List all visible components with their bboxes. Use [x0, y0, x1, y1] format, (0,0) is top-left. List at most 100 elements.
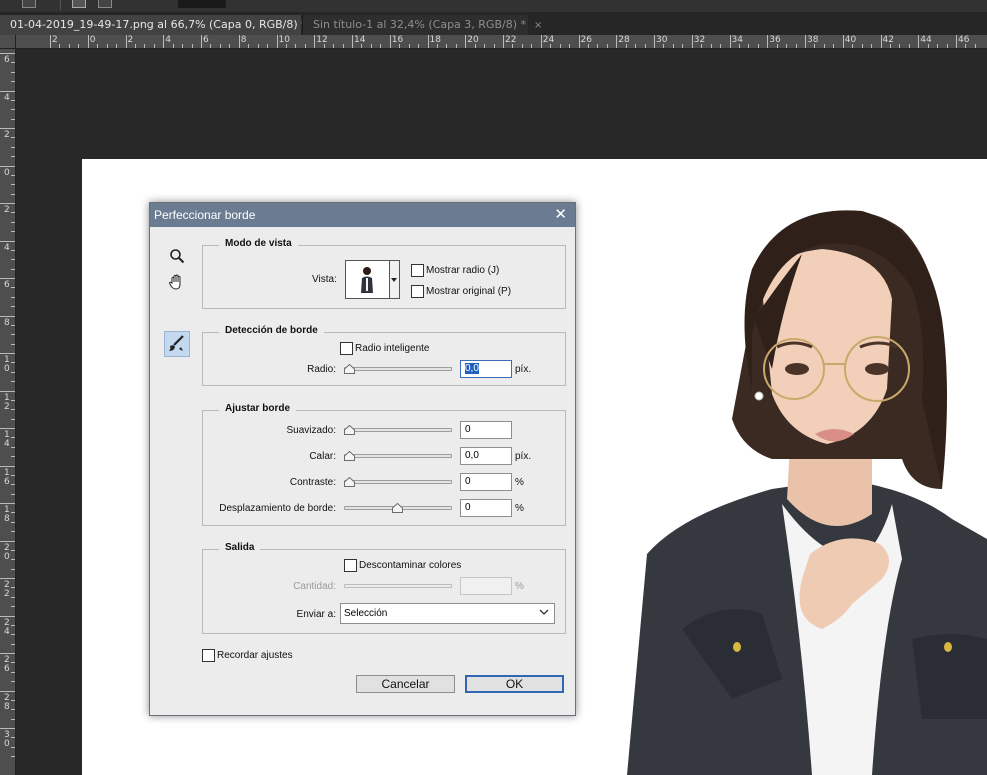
selection-tool-icon[interactable]	[22, 0, 36, 8]
ruler-minor-tick	[11, 371, 15, 373]
ruler-label: 12	[4, 392, 10, 412]
feather-unit: píx.	[515, 451, 532, 462]
dialog-title: Perfeccionar borde	[154, 208, 256, 222]
ruler-minor-tick	[11, 484, 15, 486]
contrast-label: Contraste:	[289, 477, 336, 488]
show-radius-checkbox[interactable]	[411, 264, 424, 277]
shift-edge-input[interactable]: 0	[460, 499, 512, 517]
group-title: Detección de borde	[219, 325, 324, 336]
tab-label: Sin título-1 al 32,4% (Capa 3, RGB/8) *	[313, 18, 526, 31]
ruler-label: 30	[4, 730, 10, 749]
hand-tool-button[interactable]	[164, 269, 190, 295]
ruler-minor-tick	[871, 44, 873, 48]
ruler-tick	[654, 35, 655, 48]
ruler-minor-tick	[521, 44, 523, 48]
ruler-minor-tick	[738, 44, 740, 48]
ruler-minor-tick	[11, 334, 15, 336]
add-selection-icon[interactable]	[98, 0, 112, 8]
ruler-minor-tick	[134, 44, 136, 48]
ruler-minor-tick	[68, 44, 70, 48]
remember-settings-checkbox[interactable]	[202, 649, 215, 662]
ruler-minor-tick	[361, 44, 363, 48]
radius-slider[interactable]	[344, 364, 452, 374]
feather-slider[interactable]	[344, 451, 452, 461]
shift-edge-slider[interactable]	[344, 503, 452, 513]
ruler-tick	[0, 653, 15, 654]
output-to-select[interactable]: Selección	[340, 603, 555, 624]
ruler-minor-tick	[606, 44, 608, 48]
ruler-label: 4	[165, 35, 171, 45]
ruler-minor-tick	[59, 44, 61, 48]
ruler-minor-tick	[342, 44, 344, 48]
ruler-minor-tick	[11, 287, 15, 289]
tab-document-1[interactable]: 01-04-2019_19-49-17.png al 66,7% (Capa 0…	[0, 15, 323, 35]
ruler-minor-tick	[11, 71, 15, 73]
ruler-minor-tick	[11, 343, 15, 345]
ruler-minor-tick	[248, 44, 250, 48]
ruler-tick	[842, 35, 844, 48]
ruler-minor-tick	[11, 493, 15, 495]
smart-radius-checkbox[interactable]	[340, 342, 353, 355]
ruler-minor-tick	[11, 146, 15, 148]
ruler-minor-tick	[11, 156, 15, 158]
ruler-minor-tick	[597, 44, 599, 48]
ruler-label: 18	[429, 35, 441, 45]
ruler-minor-tick	[701, 44, 703, 48]
contrast-slider[interactable]	[344, 477, 452, 487]
group-title: Ajustar borde	[219, 403, 297, 414]
ruler-tick	[163, 35, 165, 48]
ruler-tick	[0, 315, 15, 317]
ruler-minor-tick	[11, 474, 15, 476]
ruler-minor-tick	[11, 109, 15, 111]
feather-input[interactable]: 0,0	[460, 447, 512, 465]
ruler-minor-tick	[153, 44, 155, 48]
ruler-minor-tick	[512, 44, 514, 48]
ruler-minor-tick	[436, 44, 438, 48]
ruler-label: 24	[4, 617, 10, 637]
ruler-label: 42	[882, 35, 894, 45]
amount-input	[460, 577, 512, 595]
ruler-label: 6	[203, 35, 209, 45]
ruler-label: 14	[354, 35, 366, 45]
view-dropdown-button[interactable]	[390, 260, 400, 299]
ruler-minor-tick	[257, 44, 259, 48]
smooth-slider[interactable]	[344, 425, 452, 435]
zoom-tool-button[interactable]	[164, 243, 190, 269]
ruler-minor-tick	[399, 44, 401, 48]
ruler-label: 8	[4, 317, 10, 328]
view-thumbnail[interactable]	[345, 260, 390, 299]
ruler-label: 18	[4, 505, 10, 524]
ruler-minor-tick	[11, 643, 15, 645]
ruler-minor-tick	[11, 634, 15, 636]
ruler-minor-tick	[559, 44, 561, 48]
close-icon[interactable]: ✕	[554, 207, 567, 222]
ruler-tick	[50, 35, 51, 48]
ruler-tick	[0, 578, 15, 579]
contrast-input[interactable]: 0	[460, 473, 512, 491]
tab-close-icon[interactable]: ×	[534, 20, 542, 31]
decontaminate-label: Descontaminar colores	[359, 560, 462, 571]
ruler-minor-tick	[757, 44, 759, 48]
new-selection-icon[interactable]	[72, 0, 86, 8]
ruler-minor-tick	[408, 44, 410, 48]
ruler-label: 6	[4, 55, 10, 65]
ok-button[interactable]: OK	[465, 675, 564, 693]
refine-radius-tool-button[interactable]	[164, 331, 190, 357]
smooth-input[interactable]: 0	[460, 421, 512, 439]
toolbar-toggle[interactable]	[178, 0, 226, 8]
ruler-label: 16	[4, 467, 10, 487]
ruler-label: 2	[4, 130, 10, 140]
amount-slider	[344, 584, 452, 588]
ruler-label: 14	[4, 430, 10, 449]
ruler-minor-tick	[11, 296, 15, 298]
tab-document-2[interactable]: Sin título-1 al 32,4% (Capa 3, RGB/8) * ×	[302, 15, 542, 35]
cancel-button[interactable]: Cancelar	[356, 675, 455, 693]
ruler-minor-tick	[11, 512, 15, 514]
dialog-title-bar[interactable]: Perfeccionar borde ✕	[150, 203, 575, 227]
show-original-checkbox[interactable]	[411, 285, 424, 298]
radius-input[interactable]: 0,0	[460, 360, 512, 378]
ruler-tick	[956, 35, 957, 48]
decontaminate-checkbox[interactable]	[344, 559, 357, 572]
ruler-tick	[352, 35, 353, 48]
ruler-minor-tick	[11, 324, 15, 326]
